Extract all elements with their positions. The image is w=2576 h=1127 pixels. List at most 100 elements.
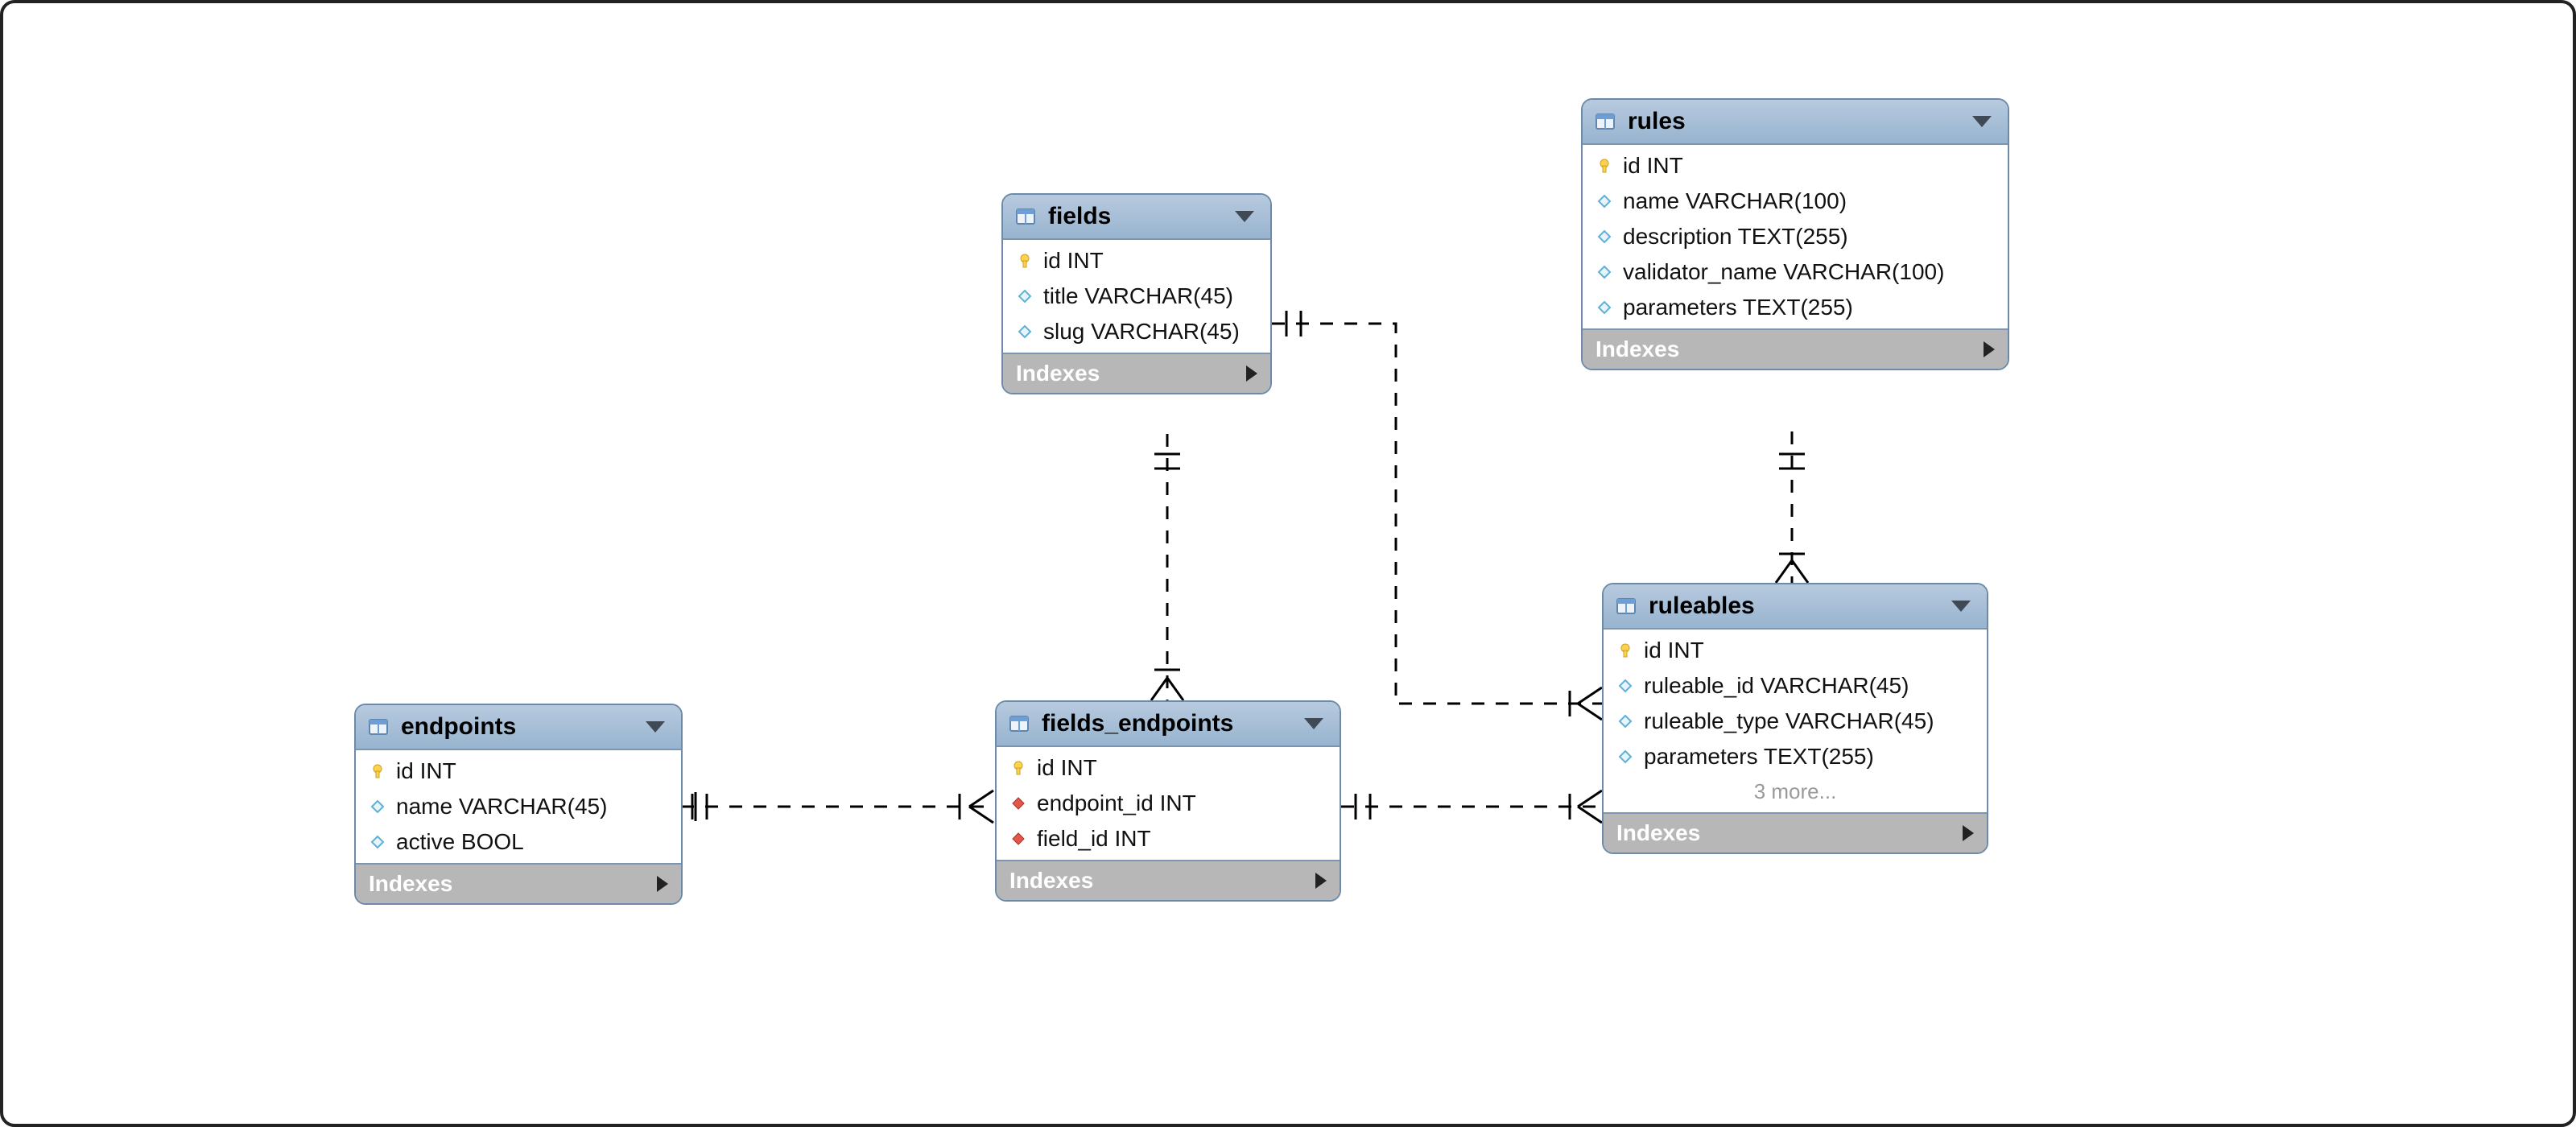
expand-icon[interactable] bbox=[1963, 825, 1974, 841]
table-header[interactable]: rules bbox=[1583, 100, 2008, 145]
table-header[interactable]: fields_endpoints bbox=[997, 702, 1340, 747]
table-column: slug VARCHAR(45) bbox=[1003, 314, 1270, 349]
table-column: validator_name VARCHAR(100) bbox=[1583, 254, 2008, 290]
column-text: endpoint_id INT bbox=[1037, 791, 1196, 816]
indexes-label: Indexes bbox=[1616, 820, 1963, 846]
column-text: parameters TEXT(255) bbox=[1623, 295, 1853, 320]
indexes-section[interactable]: Indexes bbox=[1604, 812, 1987, 852]
columns-list: id INT name VARCHAR(100) description TEX… bbox=[1583, 145, 2008, 328]
table-column: name VARCHAR(100) bbox=[1583, 184, 2008, 219]
table-column: parameters TEXT(255) bbox=[1604, 739, 1987, 774]
column-text: ruleable_type VARCHAR(45) bbox=[1644, 708, 1934, 734]
indexes-section[interactable]: Indexes bbox=[1003, 353, 1270, 393]
collapse-icon[interactable] bbox=[646, 721, 665, 733]
table-column: id INT bbox=[997, 750, 1340, 786]
column-icon bbox=[1616, 748, 1634, 766]
table-column: name VARCHAR(45) bbox=[356, 789, 681, 824]
column-text: active BOOL bbox=[396, 829, 524, 855]
table-title: endpoints bbox=[401, 713, 646, 741]
primary-key-icon bbox=[369, 762, 386, 780]
column-icon bbox=[1596, 228, 1613, 246]
indexes-section[interactable]: Indexes bbox=[997, 860, 1340, 900]
foreign-key-icon bbox=[1009, 795, 1027, 812]
columns-list: id INT title VARCHAR(45) slug VARCHAR(45… bbox=[1003, 240, 1270, 353]
table-fields[interactable]: fields id INT title VARCHAR(45) slug VAR… bbox=[1001, 193, 1272, 394]
column-icon bbox=[1616, 712, 1634, 730]
expand-icon[interactable] bbox=[657, 876, 668, 892]
column-icon bbox=[1016, 323, 1034, 341]
column-icon bbox=[1016, 287, 1034, 305]
table-title: ruleables bbox=[1649, 592, 1951, 620]
collapse-icon[interactable] bbox=[1235, 211, 1254, 222]
table-icon bbox=[1594, 110, 1616, 133]
primary-key-icon bbox=[1009, 759, 1027, 777]
table-column: id INT bbox=[1583, 148, 2008, 184]
table-header[interactable]: fields bbox=[1003, 195, 1270, 240]
table-column: id INT bbox=[1604, 633, 1987, 668]
column-text: field_id INT bbox=[1037, 826, 1151, 852]
column-text: ruleable_id VARCHAR(45) bbox=[1644, 673, 1909, 699]
table-column: id INT bbox=[1003, 243, 1270, 279]
table-icon bbox=[1014, 205, 1037, 228]
indexes-label: Indexes bbox=[369, 871, 657, 897]
indexes-label: Indexes bbox=[1016, 361, 1246, 386]
column-text: id INT bbox=[1623, 153, 1683, 179]
connections-layer bbox=[3, 3, 2573, 1124]
table-column: ruleable_id VARCHAR(45) bbox=[1604, 668, 1987, 704]
table-rules[interactable]: rules id INT name VARCHAR(100) descripti… bbox=[1581, 98, 2009, 370]
table-column: title VARCHAR(45) bbox=[1003, 279, 1270, 314]
column-icon bbox=[1596, 192, 1613, 210]
table-title: fields bbox=[1048, 203, 1235, 230]
more-columns-indicator[interactable]: 3 more... bbox=[1604, 774, 1987, 809]
column-text: id INT bbox=[1644, 638, 1704, 663]
foreign-key-icon bbox=[1009, 830, 1027, 848]
collapse-icon[interactable] bbox=[1951, 601, 1971, 612]
table-ruleables[interactable]: ruleables id INT ruleable_id VARCHAR(45)… bbox=[1602, 583, 1988, 854]
table-column: id INT bbox=[356, 753, 681, 789]
column-text: id INT bbox=[396, 758, 456, 784]
table-title: fields_endpoints bbox=[1042, 710, 1304, 737]
collapse-icon[interactable] bbox=[1972, 116, 1992, 127]
table-column: active BOOL bbox=[356, 824, 681, 860]
expand-icon[interactable] bbox=[1984, 341, 1995, 357]
er-diagram-canvas: endpoints id INT name VARCHAR(45) active… bbox=[0, 0, 2576, 1127]
table-fields-endpoints[interactable]: fields_endpoints id INT endpoint_id INT … bbox=[995, 700, 1341, 902]
primary-key-icon bbox=[1596, 157, 1613, 175]
table-column: parameters TEXT(255) bbox=[1583, 290, 2008, 325]
column-icon bbox=[1596, 263, 1613, 281]
column-text: validator_name VARCHAR(100) bbox=[1623, 259, 1944, 285]
table-endpoints[interactable]: endpoints id INT name VARCHAR(45) active… bbox=[354, 704, 683, 905]
expand-icon[interactable] bbox=[1315, 873, 1327, 889]
table-icon bbox=[1615, 595, 1637, 617]
column-icon bbox=[1596, 299, 1613, 316]
column-text: id INT bbox=[1043, 248, 1104, 274]
table-column: ruleable_type VARCHAR(45) bbox=[1604, 704, 1987, 739]
columns-list: id INT ruleable_id VARCHAR(45) ruleable_… bbox=[1604, 630, 1987, 812]
columns-list: id INT endpoint_id INT field_id INT bbox=[997, 747, 1340, 860]
column-text: slug VARCHAR(45) bbox=[1043, 319, 1240, 345]
indexes-section[interactable]: Indexes bbox=[356, 863, 681, 903]
table-header[interactable]: endpoints bbox=[356, 705, 681, 750]
table-icon bbox=[367, 716, 390, 738]
columns-list: id INT name VARCHAR(45) active BOOL bbox=[356, 750, 681, 863]
indexes-label: Indexes bbox=[1009, 868, 1315, 894]
column-icon bbox=[369, 798, 386, 815]
table-column: endpoint_id INT bbox=[997, 786, 1340, 821]
indexes-label: Indexes bbox=[1596, 336, 1984, 362]
table-column: field_id INT bbox=[997, 821, 1340, 857]
table-title: rules bbox=[1628, 108, 1972, 135]
table-header[interactable]: ruleables bbox=[1604, 584, 1987, 630]
column-text: id INT bbox=[1037, 755, 1097, 781]
expand-icon[interactable] bbox=[1246, 365, 1257, 382]
table-icon bbox=[1008, 712, 1030, 735]
column-text: title VARCHAR(45) bbox=[1043, 283, 1233, 309]
primary-key-icon bbox=[1016, 252, 1034, 270]
column-text: name VARCHAR(45) bbox=[396, 794, 607, 819]
primary-key-icon bbox=[1616, 642, 1634, 659]
indexes-section[interactable]: Indexes bbox=[1583, 328, 2008, 369]
column-text: description TEXT(255) bbox=[1623, 224, 1848, 250]
column-text: name VARCHAR(100) bbox=[1623, 188, 1847, 214]
collapse-icon[interactable] bbox=[1304, 718, 1323, 729]
column-icon bbox=[1616, 677, 1634, 695]
column-icon bbox=[369, 833, 386, 851]
